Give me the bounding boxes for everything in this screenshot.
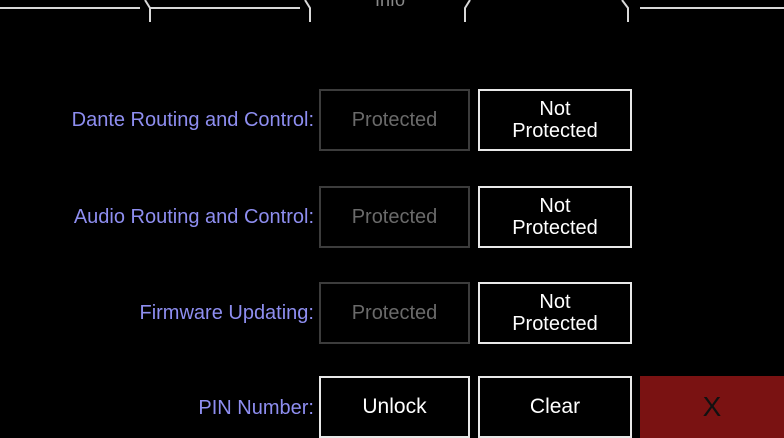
close-button[interactable]: X [640, 376, 784, 438]
firmware-not-protected-button[interactable]: Not Protected [478, 282, 632, 344]
unlock-button[interactable]: Unlock [319, 376, 470, 438]
audio-routing-label: Audio Routing and Control: [73, 206, 314, 228]
dante-routing-label: Dante Routing and Control: [71, 109, 314, 131]
firmware-updating-label: Firmware Updating: [139, 302, 314, 324]
dante-not-protected-button[interactable]: Not Protected [478, 89, 632, 151]
audio-protected-button[interactable]: Protected [319, 186, 470, 248]
firmware-protected-button[interactable]: Protected [319, 282, 470, 344]
tab-info-label[interactable]: Info [350, 0, 430, 9]
pin-number-label: PIN Number: [198, 397, 314, 419]
tab-strip: Info [0, 0, 784, 32]
dante-protected-button[interactable]: Protected [319, 89, 470, 151]
audio-not-protected-button[interactable]: Not Protected [478, 186, 632, 248]
clear-button[interactable]: Clear [478, 376, 632, 438]
